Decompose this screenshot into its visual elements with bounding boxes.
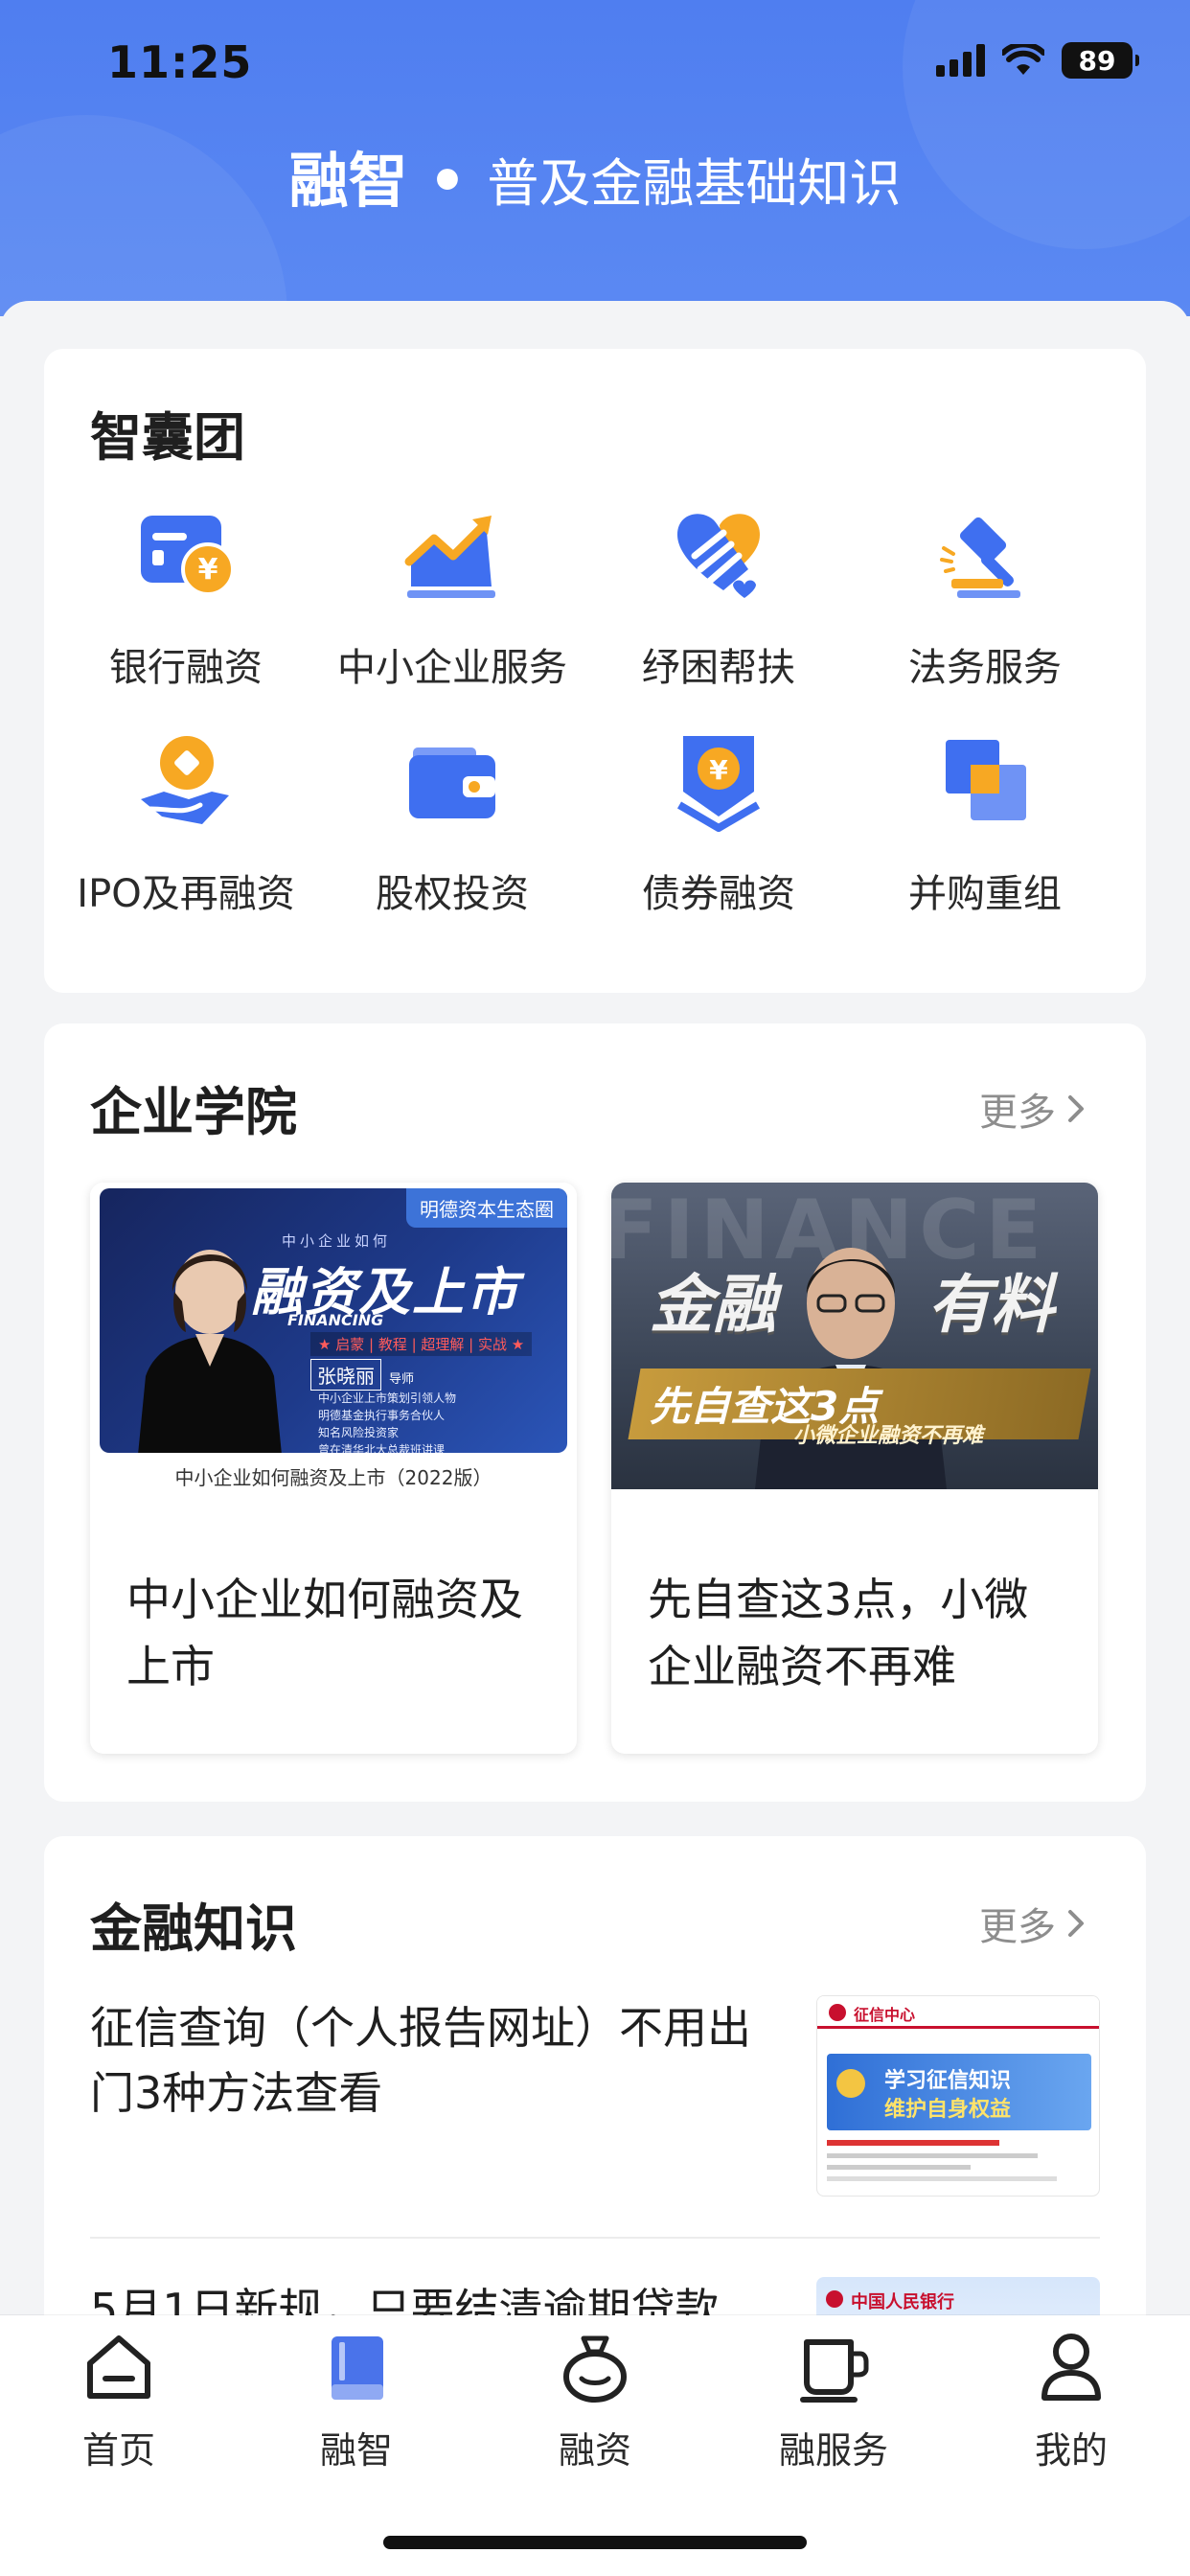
svg-text:¥: ¥: [198, 553, 218, 586]
gavel-icon: [940, 517, 1020, 598]
coin-hand-icon: [141, 736, 229, 824]
thumbnail-headline-small: 中小企业如何: [282, 1232, 392, 1250]
tab-label: 融智: [319, 2429, 393, 2472]
heart-hand-icon: [677, 514, 760, 598]
tab-label: 融服务: [778, 2429, 888, 2472]
thumbnail-banner-sub: 小微企业融资不再难: [793, 1424, 984, 1448]
thumbnail-caption: 中小企业如何融资及上市（2022版）: [174, 1466, 492, 1489]
money-bag-icon: [563, 2335, 627, 2403]
thumbnail-bullet: 明德基金执行事务合伙人: [318, 1409, 446, 1422]
chevron-right-icon: [1068, 1910, 1084, 1937]
thumbnail-badge: 明德资本生态圈: [406, 1188, 567, 1228]
tab-label: 融资: [558, 2429, 631, 2472]
app-header: 11:25 89 融智 • 普及金融基础知识: [0, 0, 1190, 316]
tab-mine[interactable]: 我的: [995, 2329, 1148, 2473]
home-indicator[interactable]: [383, 2536, 807, 2549]
thumbnail-speaker: 张晓丽: [310, 1359, 381, 1391]
academy-more-link[interactable]: 更多: [979, 1081, 1087, 1137]
status-time: 11:25: [107, 36, 253, 88]
grid-item-mergers-acquisitions[interactable]: 并购重组: [851, 728, 1119, 918]
knowledge-card: 金融知识 更多 征信查询（个人报告网址）不用出门3种方法查看 征信中心 学习征信…: [44, 1836, 1146, 2478]
cup-icon: [800, 2339, 869, 2403]
section-title: 金融知识: [90, 1898, 297, 1959]
svg-text:¥: ¥: [709, 754, 728, 786]
grid-item-label: 并购重组: [908, 872, 1062, 916]
cellular-signal-icon: [936, 44, 985, 77]
wifi-icon: [1002, 44, 1044, 75]
grid-item-label: 法务服务: [908, 646, 1062, 690]
grid-item-label: 债券融资: [642, 872, 795, 916]
grid-item-label: IPO及再融资: [77, 872, 295, 916]
more-label: 更多: [979, 1091, 1056, 1135]
article-title: 征信查询（个人报告网址）不用出门3种方法查看: [90, 2002, 751, 2119]
page-subtitle: 普及金融基础知识: [487, 153, 902, 214]
grid-item-relief-support[interactable]: 纾困帮扶: [584, 502, 853, 692]
divider: [90, 2237, 1100, 2239]
more-label: 更多: [979, 1905, 1056, 1949]
grid-item-label: 股权投资: [376, 872, 529, 916]
home-icon: [87, 2335, 150, 2399]
grid-item-equity-investment[interactable]: 股权投资: [318, 728, 586, 918]
thumbnail-line: 维护自身权益: [884, 2098, 1012, 2122]
battery-indicator: 89: [1062, 42, 1139, 79]
course-thumbnail: 明德资本生态圈 中小企业如何 融资及上市 FINANCING ★ 启蒙 | 教程…: [90, 1183, 577, 1489]
course-card[interactable]: 明德资本生态圈 中小企业如何 融资及上市 FINANCING ★ 启蒙 | 教程…: [90, 1183, 577, 1754]
grid-item-label: 纾困帮扶: [642, 646, 795, 690]
course-title: 先自查这3点，小微企业融资不再难: [648, 1574, 1029, 1692]
grid-item-legal-services[interactable]: 法务服务: [851, 502, 1119, 692]
growth-chart-icon: [404, 516, 495, 598]
course-thumbnail: FINANCE 金融 有料 先自查这3点 小微企业融资不再难: [611, 1183, 1098, 1489]
course-card[interactable]: FINANCE 金融 有料 先自查这3点 小微企业融资不再难 先自查这3点，小微…: [611, 1183, 1098, 1754]
thumbnail-site: 中国人民银行: [851, 2292, 954, 2312]
grid-item-sme-services[interactable]: 中小企业服务: [318, 502, 586, 692]
grid-item-bank-financing[interactable]: ¥ 银行融资: [52, 502, 320, 692]
grid-item-label: 银行融资: [109, 646, 263, 690]
thumbnail-headline-right: 有料: [927, 1268, 1054, 1342]
tab-rongzhi[interactable]: 融智: [280, 2329, 433, 2473]
article-item[interactable]: 征信查询（个人报告网址）不用出门3种方法查看 征信中心 学习征信知识 维护自身权…: [90, 1995, 1100, 2196]
thumbnail-line: 学习征信知识: [884, 2069, 1012, 2093]
knowledge-more-link[interactable]: 更多: [979, 1896, 1087, 1951]
person-icon: [1041, 2334, 1101, 2401]
thumbnail-site: 征信中心: [854, 2006, 916, 2024]
grid-item-bond-financing[interactable]: ¥ 债券融资: [584, 728, 853, 918]
page-title: 融智 • 普及金融基础知识: [0, 132, 1190, 218]
grid-item-ipo-refinancing[interactable]: IPO及再融资: [52, 728, 320, 918]
tab-financing[interactable]: 融资: [518, 2329, 672, 2473]
section-title: 企业学院: [90, 1082, 297, 1142]
bond-shield-icon: ¥: [676, 736, 761, 832]
section-title: 智囊团: [90, 407, 245, 468]
status-icons: 89: [936, 42, 1139, 79]
tab-home[interactable]: 首页: [42, 2329, 195, 2473]
grid-item-label: 中小企业服务: [337, 646, 567, 690]
thumbnail-bullet: 知名风险投资家: [318, 1426, 400, 1439]
speaker-portrait: [138, 1250, 282, 1453]
merge-squares-icon: [946, 740, 1026, 820]
title-separator: •: [407, 146, 488, 216]
thumbnail-bullet: 曾在清华北大总裁班讲课: [318, 1443, 446, 1453]
thumbnail-speaker-role: 导师: [389, 1372, 415, 1387]
tab-services[interactable]: 融服务: [757, 2329, 910, 2473]
think-tank-card: 智囊团 ¥ 银行融资 中小企业服务 纾困帮扶 法务服务 IPO及再融资 股权投资…: [44, 349, 1146, 993]
thumbnail-tags: ★ 启蒙 | 教程 | 超理解 | 实战 ★: [310, 1332, 533, 1356]
thumbnail-english: FINANCING: [287, 1311, 384, 1329]
bank-financing-icon: ¥: [141, 516, 235, 596]
wallet-icon: [409, 748, 495, 818]
article-thumbnail: 征信中心 学习征信知识 维护自身权益: [816, 1995, 1100, 2196]
book-icon: [332, 2336, 383, 2400]
tab-label: 我的: [1034, 2429, 1108, 2472]
academy-card: 企业学院 更多 明德资本生态圈 中小企业如何 融资及上市 FINANCING ★…: [44, 1024, 1146, 1802]
thumbnail-bullet: 中小企业上市策划引领人物: [318, 1392, 457, 1405]
course-title: 中小企业如何融资及上市: [126, 1574, 523, 1692]
chevron-right-icon: [1068, 1095, 1084, 1122]
thumbnail-headline-left: 金融: [650, 1268, 776, 1342]
tab-label: 首页: [81, 2429, 155, 2472]
brand-name: 融智: [288, 146, 408, 216]
